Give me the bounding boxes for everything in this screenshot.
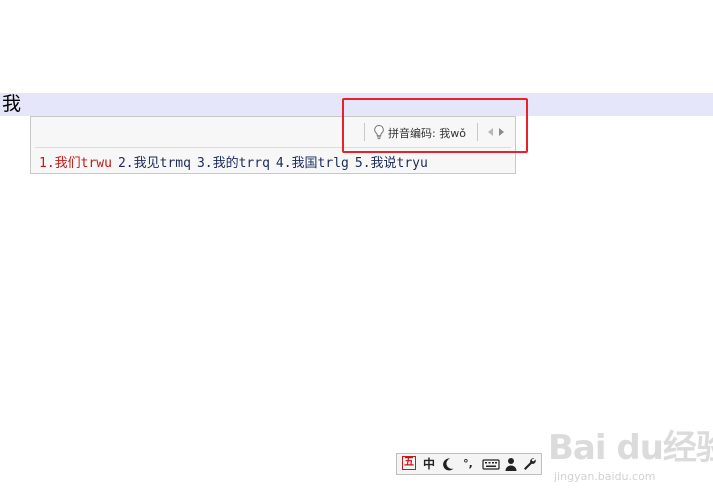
chinese-mode-toggle[interactable]: 中	[421, 456, 437, 472]
candidate-4[interactable]: 4.我国trlg	[276, 156, 349, 171]
moon-icon[interactable]	[441, 456, 455, 472]
keyboard-icon[interactable]	[482, 456, 500, 472]
annotation-highlight-box	[342, 98, 528, 153]
baidu-jingyan-watermark: Bai du经验 jingyan.baidu.com	[548, 418, 713, 499]
wrench-icon[interactable]	[522, 456, 537, 472]
composition-text: 我	[2, 93, 22, 115]
candidate-list: 1.我们trwu 2.我见trmq 3.我的trrq 4.我国trlg 5.我说tryu	[39, 152, 434, 171]
punctuation-icon[interactable]: °,	[459, 456, 477, 472]
watermark-logo-text: Bai du经验	[548, 428, 713, 468]
wubi-logo-icon[interactable]: 五	[402, 456, 416, 470]
candidate-1[interactable]: 1.我们trwu	[39, 156, 112, 171]
watermark-url: jingyan.baidu.com	[554, 470, 656, 483]
candidate-2[interactable]: 2.我见trmq	[118, 156, 191, 171]
ime-status-bar: 五 中 °,	[396, 453, 542, 475]
candidate-5[interactable]: 5.我说tryu	[355, 156, 428, 171]
user-icon[interactable]	[504, 456, 518, 472]
candidate-3[interactable]: 3.我的trrq	[197, 156, 270, 171]
